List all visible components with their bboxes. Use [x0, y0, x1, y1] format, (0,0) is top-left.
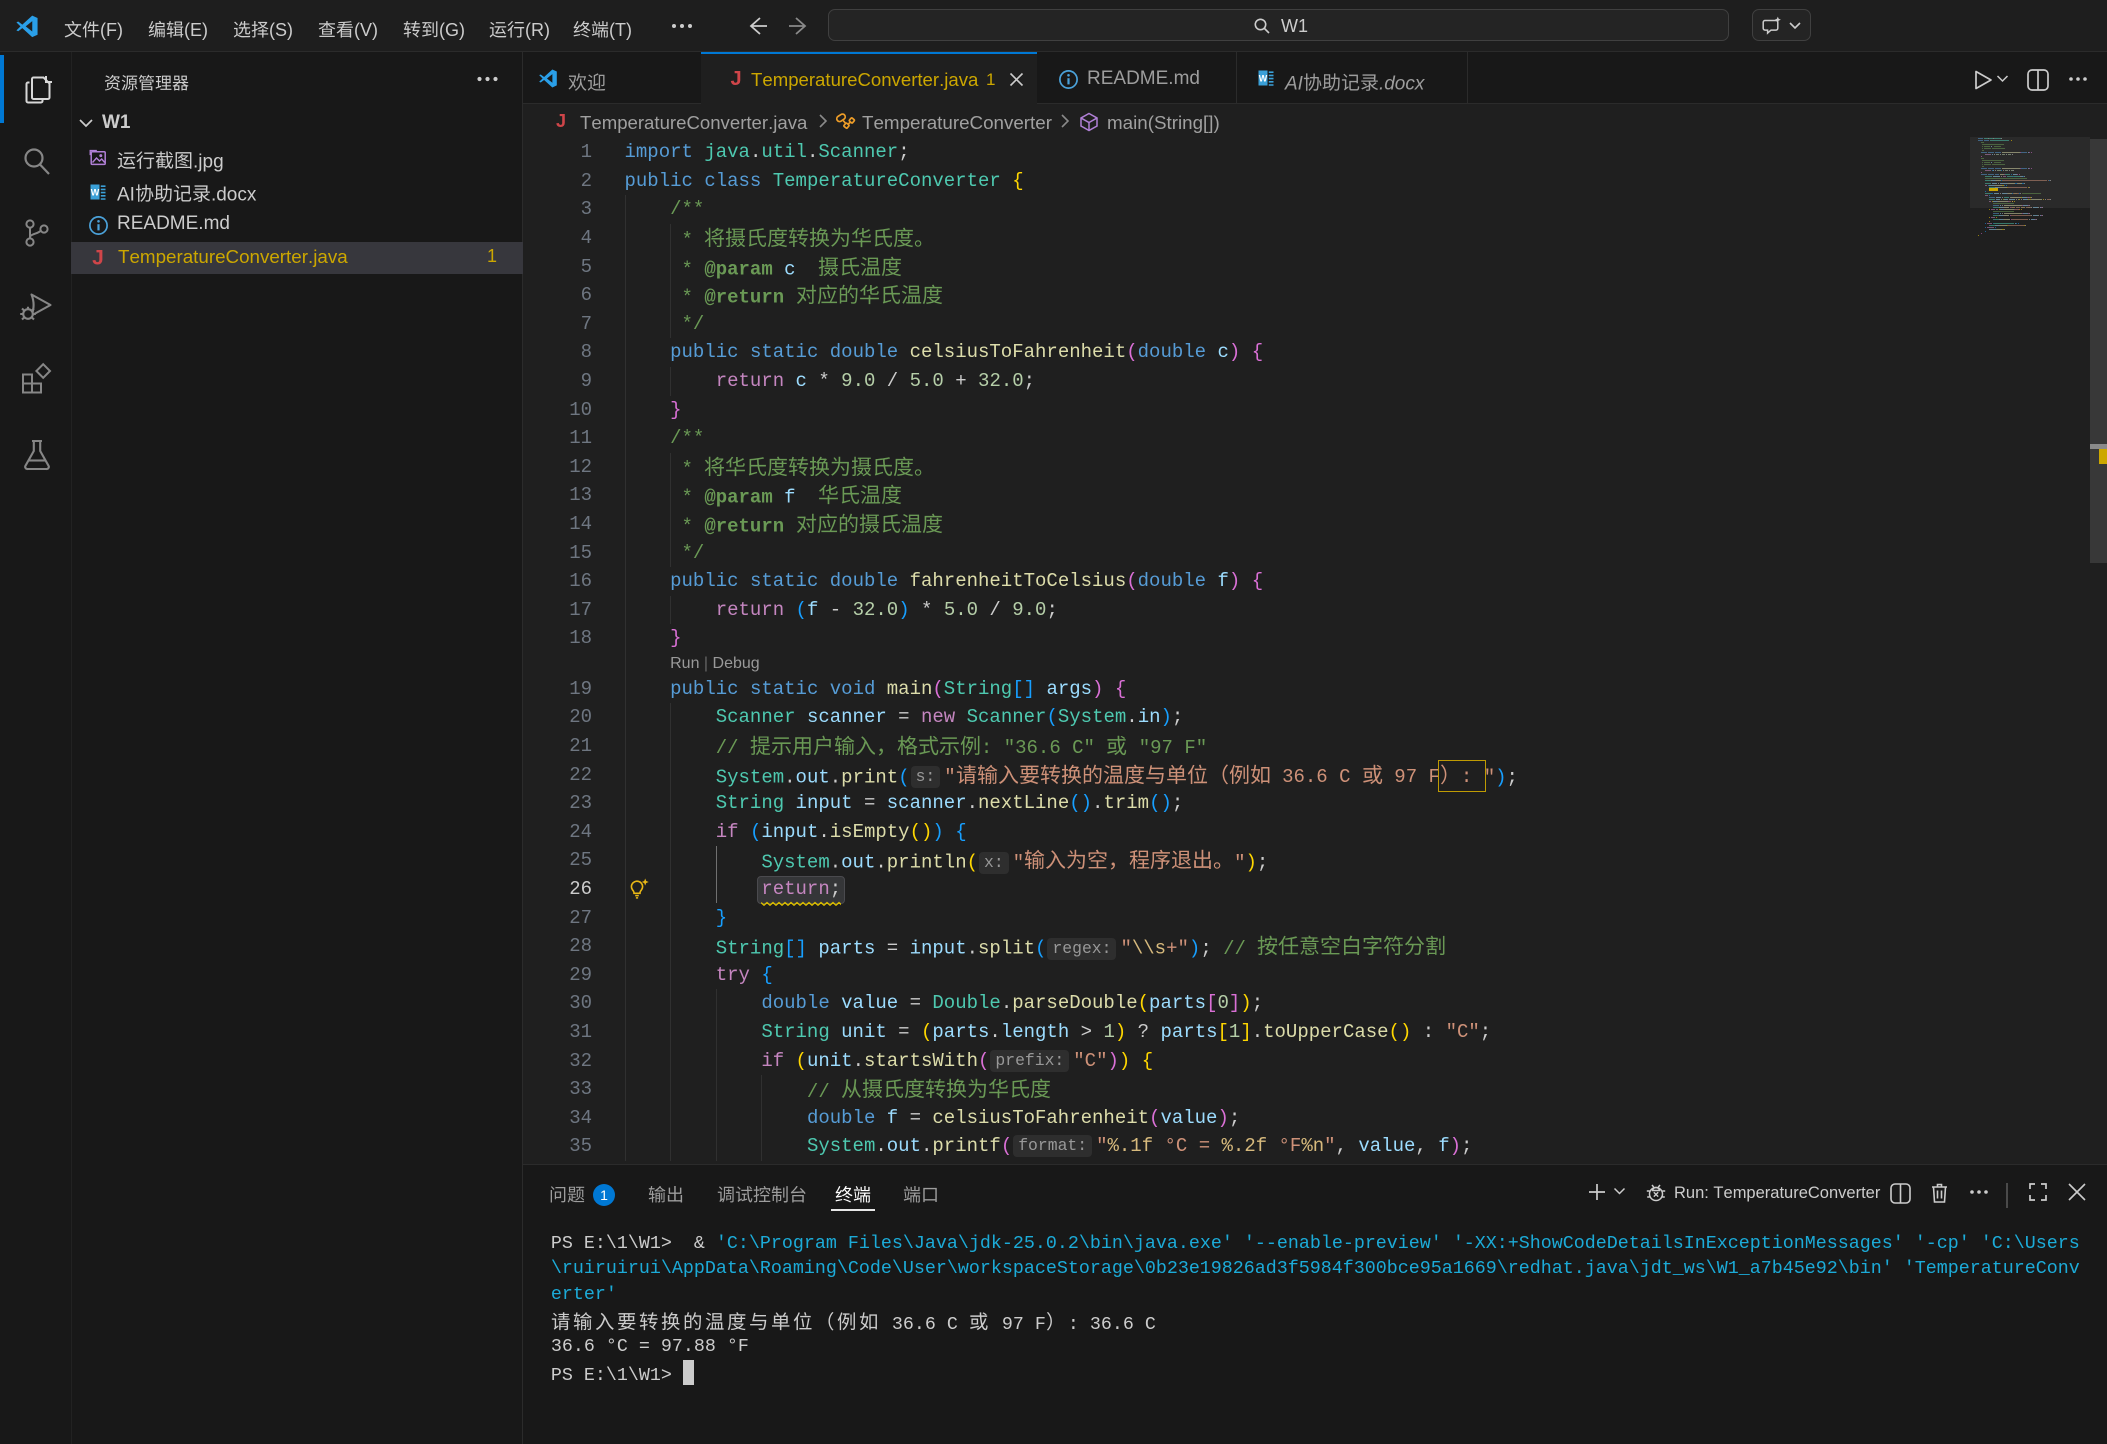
- svg-text:J: J: [730, 68, 741, 90]
- svg-text:J: J: [556, 111, 566, 131]
- svg-text:J: J: [92, 247, 104, 269]
- svg-text:W: W: [1259, 73, 1268, 83]
- svg-text:W: W: [91, 187, 100, 197]
